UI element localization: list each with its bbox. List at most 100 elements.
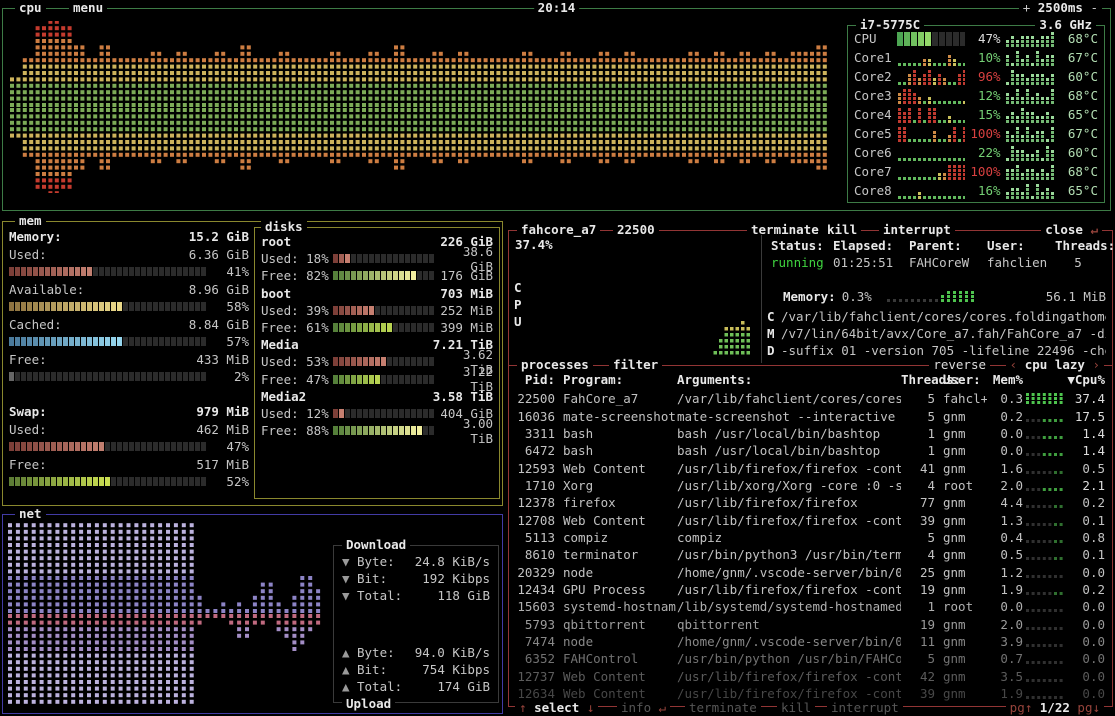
sort-next-icon[interactable]: › [1092,357,1100,372]
interval-increase-button[interactable]: + [1023,0,1031,15]
menu-button[interactable]: menu [69,0,107,15]
detail-cpu-graph [685,297,751,355]
proc-args: qbittorrent [677,617,901,632]
page-down-button[interactable]: pg↓ [1077,700,1100,715]
cpu-box: cpu menu 20:14 + 2500ms - i7-5775C 3.6 G… [2,8,1111,211]
proc-row[interactable]: 22500FahCore_a7/var/lib/fahclient/cores/… [513,390,1108,407]
disk-free-meter [333,270,435,281]
col-user[interactable]: User: [943,372,987,387]
proc-row[interactable]: 20329node/home/gnm/.vscode-server/bin/0b… [513,563,1108,580]
proc-row[interactable]: 1710Xorg/usr/lib/xorg/Xorg -core :0 -sea… [513,477,1108,494]
disk-free-row: Free: 88%3.00 TiB [261,422,493,439]
col-cpu[interactable]: ▼Cpu% [1067,372,1105,387]
mem-free-value: 433 MiB [47,352,249,367]
net-upload-title[interactable]: Upload [342,696,395,711]
footer-kill-button[interactable]: kill [777,700,815,715]
proc-cpu-mini-graph [1025,462,1065,475]
core-usage-graph [897,126,965,142]
proc-row[interactable]: 6472bashbash /usr/local/bin/bashtop1gnm0… [513,442,1108,459]
arrow-up-icon[interactable]: ↑ [519,700,527,715]
proc-mem-percent: 3.9 [987,634,1023,649]
disk-free-meter [333,374,435,385]
col-program[interactable]: Program: [563,372,677,387]
proc-row[interactable]: 12593Web Content/usr/lib/firefox/firefox… [513,459,1108,476]
proc-row[interactable]: 7474node/home/gnm/.vscode-server/bin/0ba… [513,633,1108,650]
proc-row[interactable]: 3311bashbash /usr/local/bin/bashtop1gnm0… [513,425,1108,442]
footer-terminate-button[interactable]: terminate [685,700,761,715]
core-temp: 67°C [1057,50,1098,65]
mem-total-value: 15.2 GiB [62,229,249,244]
proc-row[interactable]: 6352FAHControl/usr/bin/python /usr/bin/F… [513,650,1108,667]
proc-threads: 5 [901,530,935,545]
proc-args: /usr/lib/firefox/firefox -contentpr [677,513,901,528]
tab-filter[interactable]: filter [609,357,662,372]
proc-row[interactable]: 12434GPU Process/usr/lib/firefox/firefox… [513,581,1108,598]
proc-pid: 6472 [513,443,555,458]
page-up-button[interactable]: pg↑ [1010,700,1033,715]
sort-selector[interactable]: ‹ cpu lazy › [1006,357,1104,372]
proc-row[interactable]: 16036mate-screenshotmate-screenshot --in… [513,407,1108,424]
swap-free-value: 517 MiB [47,457,249,472]
footer-interrupt-button[interactable]: interrupt [827,700,903,715]
select-control[interactable]: ↑ select ↓ [515,700,598,715]
proc-user: gnm [943,513,987,528]
core-temp: 60°C [1057,69,1098,84]
proc-threads: 41 [901,461,935,476]
disk-free-row: Free: 61%399 MiB [261,319,493,336]
proc-pid: 6352 [513,651,555,666]
detail-field-value: fahclien [983,255,1051,270]
core-usage-percent: 12% [965,88,1001,103]
disk-used-label: Used: 39% [261,303,333,318]
disk-name: Media2 [261,389,306,404]
disk-free-label: Free: 47% [261,372,333,387]
up-arrow-icon: ▲ [342,679,357,694]
upload-stat-value: 754 Kibps [409,662,490,677]
col-threads[interactable]: Threads: [901,372,935,387]
info-button[interactable]: info ↵ [617,700,670,715]
download-stat-label: Bit: [357,571,409,586]
mem-used-value: 6.36 GiB [47,247,249,262]
col-mem[interactable]: Mem% [987,372,1023,387]
proc-user: gnm [943,565,987,580]
down-arrow-icon: ▼ [342,554,357,569]
proc-row[interactable]: 5793qbittorrentqbittorrent19gnm2.00.0 [513,615,1108,632]
core-label: CPU [854,31,897,46]
proc-cpu-mini-graph [1025,479,1065,492]
proc-row[interactable]: 12378firefox/usr/lib/firefox/firefox77gn… [513,494,1108,511]
proc-row[interactable]: 15603systemd-hostnam/lib/systemd/systemd… [513,598,1108,615]
swap-free-pct: 52% [207,474,249,489]
disk-free-value: 176 GiB [435,268,493,283]
proc-cpu-percent: 0.0 [1067,634,1105,649]
net-download-title[interactable]: Download [342,537,410,552]
core-label: Core5 [854,126,897,141]
detail-divider [761,235,762,363]
proc-row[interactable]: 12708Web Content/usr/lib/firefox/firefox… [513,511,1108,528]
net-download-rows: ▼Byte:24.8 KiB/s▼Bit:192 Kibps▼Total:118… [342,553,490,604]
disks-box-title: disks [261,219,307,234]
proc-user: fahcl+ [943,391,987,406]
mem-available-pct: 58% [207,299,249,314]
proc-row[interactable]: 12737Web Content/usr/lib/firefox/firefox… [513,668,1108,685]
cpu-usage-graph [9,21,837,193]
col-pid[interactable]: Pid: [513,372,555,387]
interval-decrease-button[interactable]: - [1090,0,1098,15]
proc-args: /usr/lib/firefox/firefox -contentpr [677,582,901,597]
core-usage-percent: 100% [965,126,1001,141]
arrow-down-icon[interactable]: ↓ [587,700,595,715]
proc-args: /usr/lib/firefox/firefox -contentpr [677,461,901,476]
proc-cpu-mini-graph [1025,635,1065,648]
proc-program: compiz [563,530,677,545]
proc-row[interactable]: 5113compizcompiz5gnm0.40.8 [513,529,1108,546]
mem-cached-pct: 57% [207,334,249,349]
disk-free-meter [333,322,435,333]
sort-prev-icon[interactable]: ‹ [1010,357,1018,372]
proc-cpu-percent: 2.1 [1067,478,1105,493]
disk-free-label: Free: 61% [261,320,333,335]
tab-processes[interactable]: processes [517,357,593,372]
net-box: net Download Upload ▼Byte:24.8 KiB/s▼Bit… [2,514,503,714]
cpu-core-row: Core5100%67°C [850,124,1102,143]
proc-row[interactable]: 8610terminator/usr/bin/python3 /usr/bin/… [513,546,1108,563]
disk-used-label: Used: 12% [261,406,333,421]
proc-cpu-mini-graph [1025,618,1065,631]
reverse-button[interactable]: reverse [929,357,990,372]
